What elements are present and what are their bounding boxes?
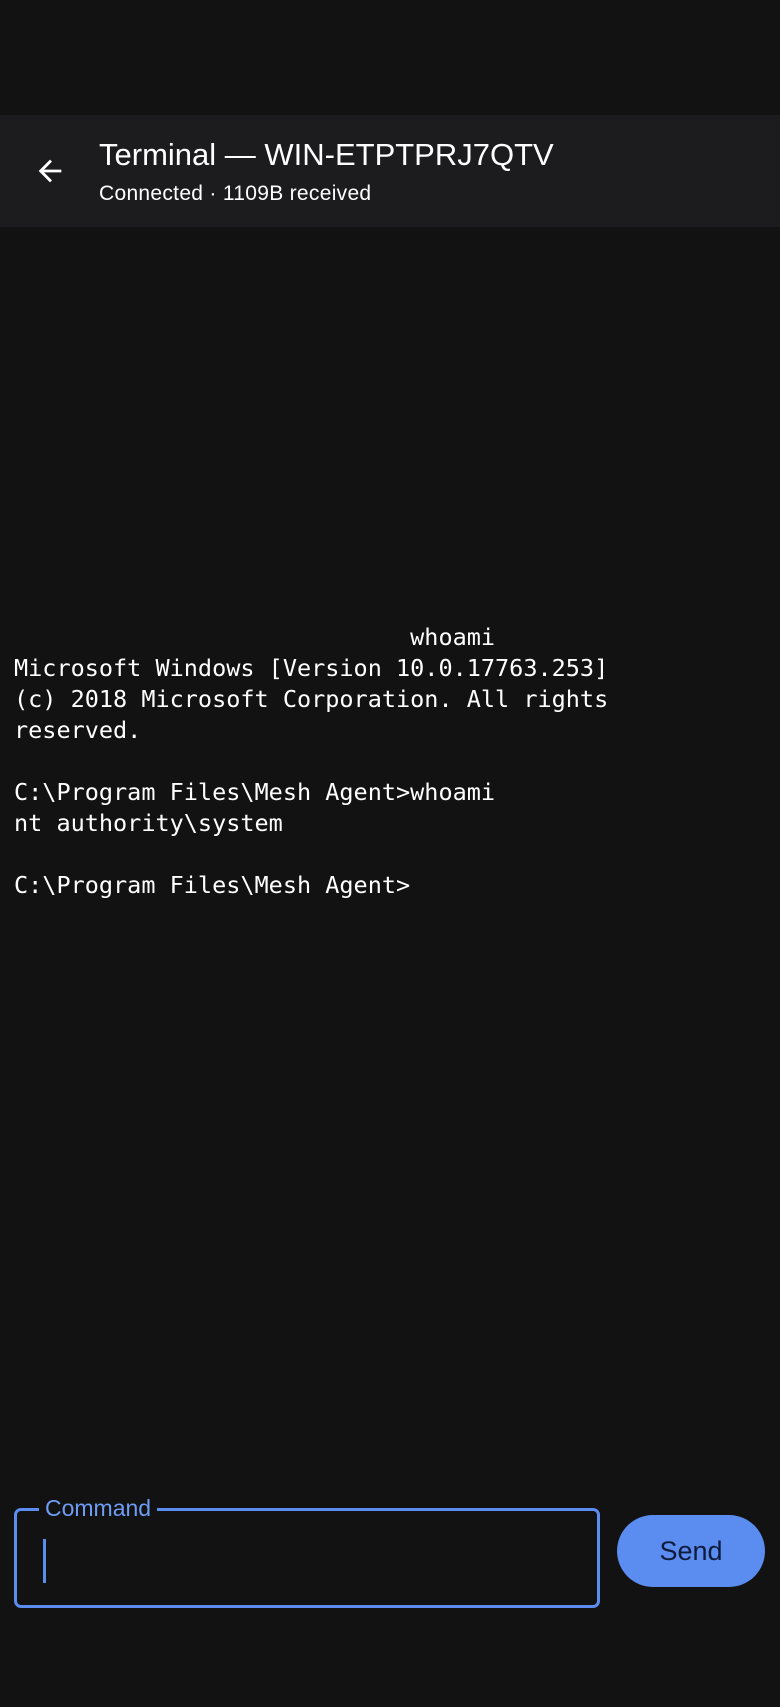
terminal-output: whoami Microsoft Windows [Version 10.0.1… [14,623,609,899]
arrow-back-icon [38,159,62,183]
text-cursor [43,1539,46,1583]
connection-status: Connected · 1109B received [99,182,372,205]
app-bar: Terminal — WIN-ETPTPRJ7QTV Connected · 1… [0,115,780,227]
terminal-view[interactable]: whoami Microsoft Windows [Version 10.0.1… [0,227,780,1467]
command-label: Command [39,1493,158,1523]
title-block: Terminal — WIN-ETPTPRJ7QTV Connected · 1… [99,137,759,206]
command-input[interactable] [41,1533,581,1583]
status-bar-area [0,0,780,115]
send-button[interactable]: Send [617,1515,765,1587]
back-button[interactable] [22,143,78,199]
command-bar: Command Send [0,1467,780,1707]
page-title: Terminal — WIN-ETPTPRJ7QTV [99,137,554,172]
command-field[interactable]: Command [14,1493,600,1608]
